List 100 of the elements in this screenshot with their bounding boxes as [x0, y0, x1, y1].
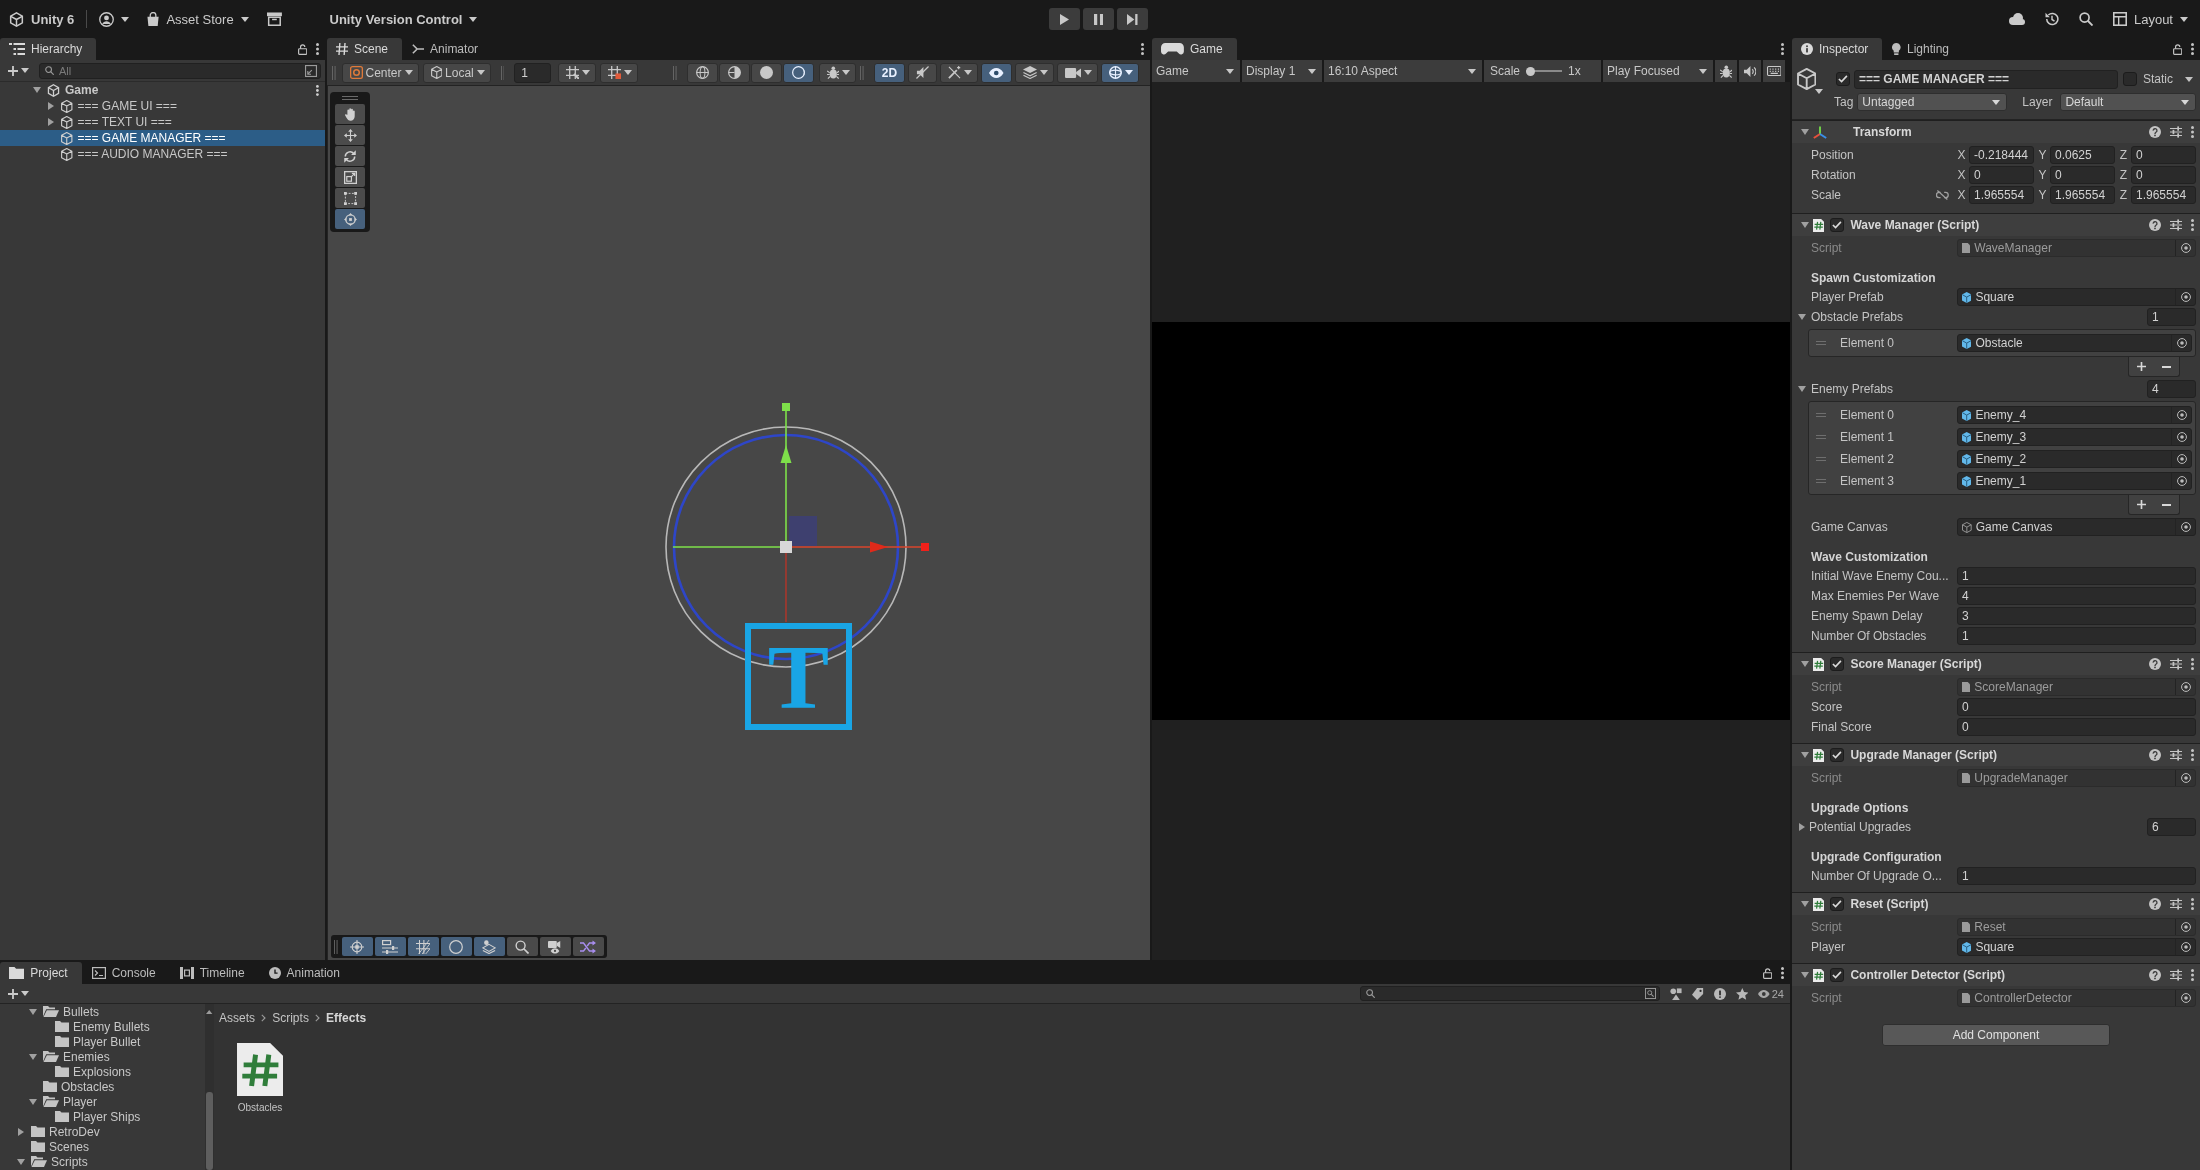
kebab-menu-icon[interactable]	[1781, 43, 1784, 55]
number-field[interactable]: 0	[2131, 146, 2196, 164]
number-field[interactable]: 0	[1957, 718, 2196, 736]
object-field[interactable]: Game Canvas	[1957, 518, 2196, 536]
array-size-field[interactable]: 1	[2147, 308, 2196, 326]
keyboard-button[interactable]	[1763, 60, 1785, 82]
caret-down-icon[interactable]	[1801, 661, 1809, 667]
folder-item[interactable]: Bullets	[0, 1004, 205, 1019]
static-checkbox[interactable]	[2123, 72, 2137, 86]
layout-dropdown[interactable]: Layout	[2106, 7, 2194, 31]
drag-handle-icon[interactable]	[1816, 341, 1826, 345]
camera-dropdown[interactable]	[1056, 62, 1099, 83]
sliders-icon[interactable]	[2170, 749, 2182, 761]
rotate-tool-button[interactable]	[335, 146, 365, 166]
array-size-field[interactable]: 6	[2147, 818, 2196, 836]
kebab-menu-icon[interactable]	[2191, 749, 2194, 761]
increment-snap-dropdown[interactable]	[600, 62, 639, 83]
object-field[interactable]: Enemy_2	[1957, 450, 2192, 468]
kebab-menu-icon[interactable]	[2191, 658, 2194, 670]
enabled-checkbox[interactable]	[1830, 897, 1845, 911]
effects-dropdown[interactable]	[940, 62, 979, 83]
product-menu-button[interactable]: Unity 6	[3, 7, 81, 31]
drag-handle-icon[interactable]	[1816, 479, 1826, 483]
drag-handle-icon[interactable]	[1816, 435, 1826, 439]
kebab-menu-icon[interactable]	[2191, 898, 2194, 910]
component-header[interactable]: Transform	[1792, 120, 2200, 143]
hand-tool-button[interactable]	[335, 104, 365, 124]
breadcrumb-link[interactable]: Assets	[219, 1011, 255, 1025]
debug-toggle[interactable]	[1715, 60, 1737, 82]
object-field[interactable]: Square	[1957, 938, 2196, 956]
caret-down-icon[interactable]	[2185, 76, 2193, 82]
shaded-button[interactable]	[750, 62, 782, 83]
wireframe-button[interactable]	[686, 62, 718, 83]
caret-right-icon[interactable]	[48, 118, 54, 126]
caret-down-icon[interactable]	[1801, 752, 1809, 758]
scale-tool-button[interactable]	[335, 167, 365, 187]
pivot-dropdown[interactable]: Center	[341, 62, 419, 83]
shaded-wireframe-button[interactable]	[718, 62, 750, 83]
object-field[interactable]: Enemy_3	[1957, 428, 2192, 446]
script-field[interactable]: Reset	[1957, 918, 2196, 936]
panel-tab[interactable]: Scene	[327, 38, 403, 60]
component-header[interactable]: Reset (Script)	[1792, 892, 2200, 915]
folder-item[interactable]: Enemy Bullets	[0, 1019, 205, 1034]
search-field[interactable]	[1360, 986, 1661, 1001]
folder-item[interactable]: Explosions	[0, 1064, 205, 1079]
search-field[interactable]: All	[39, 62, 321, 79]
sliders-icon[interactable]	[2170, 126, 2182, 138]
help-icon[interactable]	[2149, 658, 2161, 670]
caret-right-icon[interactable]	[1799, 823, 1805, 831]
folder-item[interactable]: RetroDev	[0, 1124, 205, 1139]
overlay-button[interactable]	[341, 937, 373, 956]
slider-thumb[interactable]	[1526, 66, 1536, 76]
object-picker-icon[interactable]	[2181, 682, 2191, 692]
overlay-button[interactable]	[539, 937, 571, 956]
folder-item[interactable]: Scenes	[0, 1139, 205, 1154]
kebab-menu-icon[interactable]	[2191, 969, 2194, 981]
active-checkbox[interactable]	[1836, 72, 1850, 86]
script-field[interactable]: UpgradeManager	[1957, 769, 2196, 787]
scene-item[interactable]: Game	[0, 82, 325, 98]
play-button[interactable]	[1049, 8, 1080, 30]
object-picker-icon[interactable]	[2181, 522, 2191, 532]
object-picker-icon[interactable]	[2181, 292, 2191, 302]
help-icon[interactable]	[2149, 969, 2161, 981]
object-picker-icon[interactable]	[2181, 243, 2191, 253]
lighting-toggle[interactable]	[782, 62, 814, 83]
move-tool-button[interactable]	[335, 125, 365, 145]
audio-toggle[interactable]	[1739, 60, 1761, 82]
overlay-button[interactable]	[506, 937, 538, 956]
overlay-button[interactable]	[473, 937, 505, 956]
overlay-button[interactable]	[374, 937, 406, 956]
script-field[interactable]: WaveManager	[1957, 239, 2196, 257]
help-icon[interactable]	[2149, 126, 2161, 138]
visibility-toggle[interactable]	[981, 62, 1012, 83]
kebab-menu-icon[interactable]	[316, 84, 319, 96]
enabled-checkbox[interactable]	[1830, 748, 1845, 762]
panel-tab[interactable]: Hierarchy	[0, 38, 97, 60]
object-field[interactable]: Enemy_1	[1957, 472, 2192, 490]
gizmos-dropdown[interactable]	[1101, 62, 1140, 83]
number-field[interactable]: 1.965554	[1969, 186, 2034, 204]
number-field[interactable]: 3	[1957, 607, 2196, 625]
number-field[interactable]: 0	[2131, 166, 2196, 184]
grid-snap-dropdown[interactable]	[558, 62, 597, 83]
caret-down-icon[interactable]	[1798, 314, 1806, 320]
caret-down-icon[interactable]	[1801, 129, 1809, 135]
shapes-icon[interactable]	[1670, 987, 1683, 1000]
snap-increment-field[interactable]: 1	[514, 62, 552, 83]
enabled-checkbox[interactable]	[1830, 657, 1845, 671]
asset-store-dropdown[interactable]: Asset Store	[141, 7, 255, 31]
object-field[interactable]: Enemy_4	[1957, 406, 2192, 424]
overlay-button[interactable]	[572, 937, 604, 956]
number-field[interactable]: -0.218444	[1969, 146, 2034, 164]
enabled-checkbox[interactable]	[1830, 218, 1845, 232]
lock-icon[interactable]	[2172, 43, 2182, 55]
object-picker-icon[interactable]	[2181, 773, 2191, 783]
folder-item[interactable]: Player	[0, 1094, 205, 1109]
folder-item[interactable]: Player Ships	[0, 1109, 205, 1124]
breadcrumb-link[interactable]: Effects	[326, 1011, 367, 1025]
exclamation-icon[interactable]	[1713, 987, 1726, 1000]
magnifier-square-icon[interactable]	[1645, 988, 1657, 999]
number-field[interactable]: 1.965554	[2050, 186, 2115, 204]
